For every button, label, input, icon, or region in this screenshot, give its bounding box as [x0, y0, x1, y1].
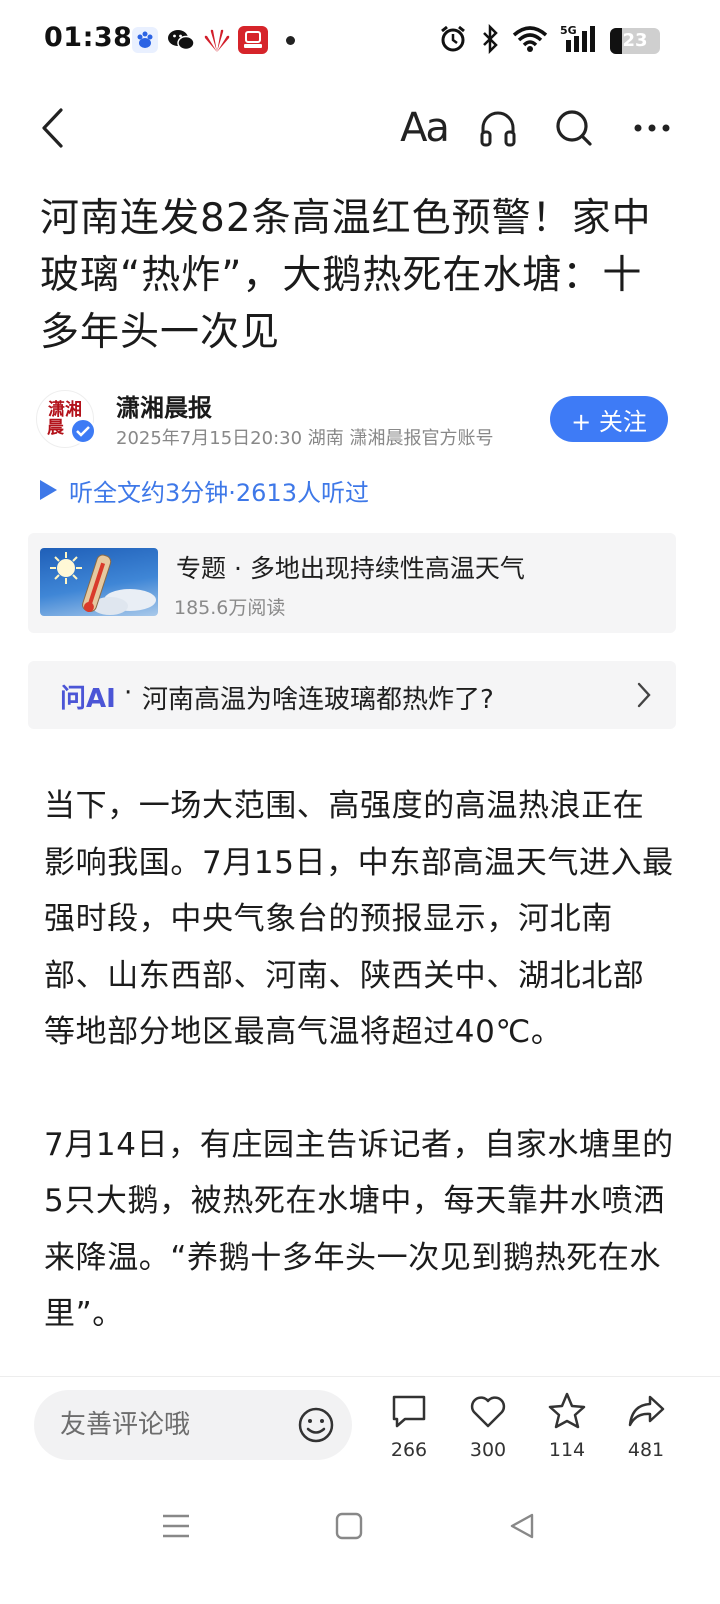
article-body: 当下，一场大范围、高强度的高温热浪正在影响我国。7月15日，中东部高温天气进入最…: [44, 778, 674, 1399]
font-size-button[interactable]: Aa: [398, 96, 450, 160]
heart-icon: [468, 1391, 508, 1431]
more-notifications-dot: [286, 35, 295, 45]
wechat-icon: [166, 26, 196, 54]
like-button[interactable]: 300: [453, 1391, 523, 1471]
author-name[interactable]: 潇湘晨报: [116, 388, 212, 423]
topic-title: 专题 · 多地出现持续性高温天气: [176, 554, 525, 583]
notification-icons: [130, 26, 295, 54]
alarm-icon: [438, 24, 468, 58]
search-button[interactable]: [552, 96, 596, 160]
listen-button[interactable]: [476, 96, 520, 160]
back-arrow-icon: [42, 108, 63, 148]
article-paragraph: 当下，一场大范围、高强度的高温热浪正在影响我国。7月15日，中东部高温天气进入最…: [44, 788, 674, 1050]
battery-level: 23: [622, 30, 648, 51]
favorite-count: 114: [548, 1439, 586, 1461]
comment-button[interactable]: 266: [374, 1391, 444, 1471]
bluetooth-icon: [480, 23, 500, 58]
ask-ai-tag: 问AI: [60, 684, 116, 714]
status-bar: 01:38 5G 23: [0, 0, 720, 80]
comment-action-bar: 266 300 114 481: [0, 1376, 720, 1480]
smiley-icon: [298, 1407, 334, 1443]
ask-ai-card[interactable]: 问AI · 河南高温为啥连玻璃都热炸了?: [28, 661, 676, 729]
article-paragraph: 7月14日，有庄园主告诉记者，自家水塘里的5只大鹅，被热死在水塘中，每天靠井水喷…: [44, 1126, 674, 1333]
comment-count: 266: [390, 1439, 428, 1461]
back-triangle-icon: [510, 1513, 534, 1539]
home-square-icon: [335, 1512, 363, 1540]
headphones-icon: [480, 111, 516, 147]
more-icon: [634, 124, 670, 132]
like-count: 300: [469, 1439, 507, 1461]
comment-icon: [389, 1391, 429, 1431]
menu-icon: [163, 1514, 189, 1538]
recent-apps-button[interactable]: [154, 1504, 198, 1548]
news-app-icon: [238, 26, 268, 54]
article-toolbar: Aa: [0, 96, 720, 160]
listen-label: 听全文约3分钟·2613人听过: [69, 478, 369, 507]
star-icon: [547, 1391, 587, 1431]
battery-icon: 23: [610, 28, 660, 54]
system-navigation-bar: [0, 1480, 720, 1604]
follow-button[interactable]: + 关注: [550, 396, 668, 442]
search-icon: [556, 110, 592, 146]
favorite-button[interactable]: 114: [532, 1391, 602, 1471]
play-icon: [40, 480, 57, 500]
share-icon: [626, 1391, 666, 1431]
baidu-app-icon: [130, 26, 160, 54]
topic-thumbnail: [40, 548, 158, 616]
ask-ai-question: 河南高温为啥连玻璃都热炸了?: [142, 685, 494, 715]
back-button[interactable]: [30, 96, 74, 160]
system-back-button[interactable]: [500, 1504, 544, 1548]
emoji-button[interactable]: [296, 1405, 336, 1445]
topic-card[interactable]: 专题 · 多地出现持续性高温天气 185.6万阅读: [28, 533, 676, 633]
huawei-app-icon: [202, 26, 232, 54]
author-row: 潇湘 晨 潇湘晨报 2025年7月15日20:30 湖南 潇湘晨报官方账号 + …: [36, 388, 684, 450]
article-title: 河南连发82条高温红色预警！家中玻璃“热炸”，大鹅热死在水塘：十多年头一次见: [40, 196, 652, 355]
listen-full-article[interactable]: 听全文约3分钟·2613人听过: [40, 474, 369, 507]
home-button[interactable]: [327, 1504, 371, 1548]
svg-text:5G: 5G: [560, 24, 577, 37]
verified-badge-icon: [70, 418, 96, 444]
more-button[interactable]: [630, 96, 674, 160]
ask-ai-separator: ·: [124, 678, 133, 708]
status-time: 01:38: [44, 22, 133, 53]
avatar-text-line2: 晨: [47, 418, 64, 438]
signal-icon: 5G: [560, 24, 598, 58]
author-meta: 2025年7月15日20:30 湖南 潇湘晨报官方账号: [116, 428, 494, 449]
topic-read-count: 185.6万阅读: [174, 597, 286, 619]
share-count: 481: [627, 1439, 665, 1461]
avatar-text-line1: 潇湘: [48, 400, 82, 420]
chevron-right-icon: [636, 681, 652, 713]
share-button[interactable]: 481: [611, 1391, 681, 1471]
wifi-icon: [512, 25, 548, 57]
system-indicators: 5G 23: [438, 23, 660, 58]
